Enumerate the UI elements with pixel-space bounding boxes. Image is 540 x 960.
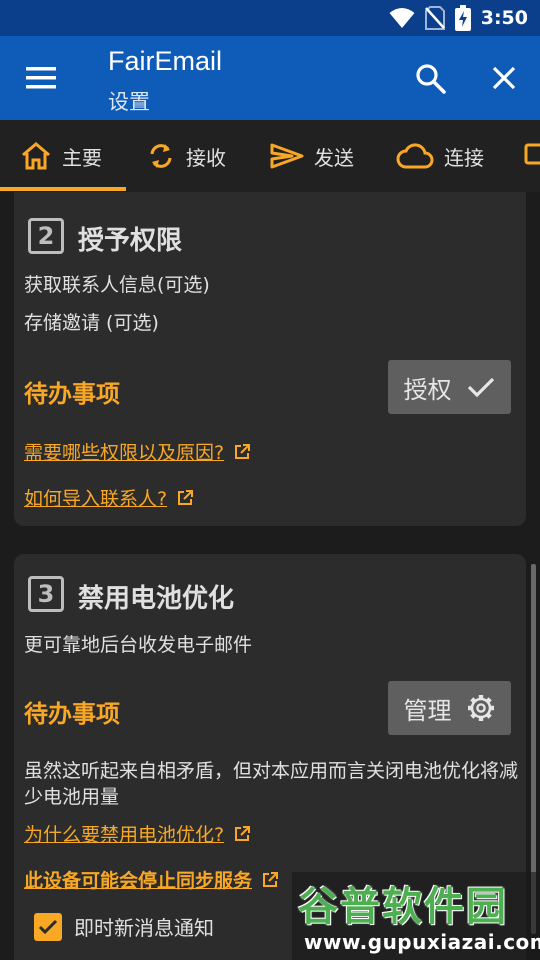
watermark-url: www.gupuxiazai.com [304, 930, 540, 954]
sync-icon [150, 144, 172, 168]
desc-battery: 更可靠地后台收发电子邮件 [24, 634, 253, 656]
link-why-disable-battery[interactable]: 为什么要禁用电池优化? [24, 820, 251, 847]
gear-icon [467, 695, 494, 721]
check-icon [467, 377, 494, 398]
tab-receive[interactable]: 接收 [146, 120, 226, 192]
menu-icon[interactable] [22, 60, 62, 96]
tab-send[interactable]: 发送 [270, 120, 354, 192]
link-which-permissions[interactable]: 需要哪些权限以及原因? [24, 438, 251, 465]
status-bar: 3:50 [0, 0, 540, 36]
link-import-contacts-label: 如何导入联系人? [24, 488, 168, 510]
tab-receive-label: 接收 [186, 145, 226, 170]
watermark-logo: 谷普软件园 [298, 884, 508, 930]
card-title-battery: 禁用电池优化 [78, 584, 235, 614]
external-link-icon [235, 443, 251, 459]
link-device-may-stop-sync[interactable]: 此设备可能会停止同步服务 [24, 866, 279, 893]
checkmark-icon [38, 919, 58, 934]
desc-contacts: 获取联系人信息(可选) [24, 274, 210, 296]
link-which-permissions-label: 需要哪些权限以及原因? [24, 442, 225, 464]
tab-send-label: 发送 [314, 145, 354, 170]
home-icon [22, 142, 50, 170]
no-sim-icon [424, 6, 445, 30]
instant-notification-label: 即时新消息通知 [74, 916, 214, 940]
tab-next-partial[interactable] [524, 120, 540, 192]
display-icon [524, 143, 540, 165]
tab-bar: 主要 接收 发送 连接 [0, 120, 540, 192]
app-bar: FairEmail 设置 [0, 36, 540, 120]
tab-indicator [0, 187, 126, 191]
step-2-icon: 2 [28, 218, 64, 254]
app-subtitle: 设置 [108, 90, 150, 114]
search-icon[interactable] [414, 62, 448, 96]
tab-connection-label: 连接 [444, 145, 484, 170]
link-device-may-stop-sync-label: 此设备可能会停止同步服务 [24, 870, 253, 892]
step-3-icon: 3 [28, 576, 64, 612]
close-icon[interactable] [488, 62, 520, 94]
card-grant-permissions: 2 授予权限 获取联系人信息(可选) 存储邀请 (可选) 待办事项 授权 需要哪… [14, 192, 526, 526]
link-import-contacts[interactable]: 如何导入联系人? [24, 484, 194, 511]
card-title-permissions: 授予权限 [78, 226, 183, 256]
app-title: FairEmail [108, 46, 223, 76]
manage-button[interactable]: 管理 [388, 681, 511, 735]
external-link-icon [235, 825, 251, 841]
cloud-icon [396, 143, 434, 169]
grant-button[interactable]: 授权 [388, 360, 511, 414]
instant-notification-row[interactable]: 即时新消息通知 [34, 912, 214, 941]
status-time: 3:50 [480, 7, 528, 29]
external-link-icon [263, 871, 279, 887]
tab-main[interactable]: 主要 [20, 120, 102, 192]
manage-button-label: 管理 [403, 696, 452, 725]
tab-main-label: 主要 [62, 145, 102, 170]
link-why-disable-battery-label: 为什么要禁用电池优化? [24, 824, 225, 846]
battery-note: 虽然这听起来自相矛盾，但对本应用而言关闭电池优化将减少电池用量 [24, 760, 519, 808]
todo-label-battery: 待办事项 [24, 700, 120, 728]
settings-content[interactable]: 2 授予权限 获取联系人信息(可选) 存储邀请 (可选) 待办事项 授权 需要哪… [0, 192, 540, 960]
watermark: 谷普软件园 www.gupuxiazai.com [292, 872, 540, 960]
wifi-icon [389, 8, 415, 28]
grant-button-label: 授权 [403, 375, 452, 404]
instant-notification-checkbox[interactable] [34, 912, 62, 941]
battery-charging-icon [454, 5, 471, 31]
tab-connection[interactable]: 连接 [396, 120, 484, 192]
external-link-icon [178, 489, 194, 505]
desc-storage: 存储邀请 (可选) [24, 312, 159, 334]
send-icon [270, 143, 304, 169]
todo-label-permissions: 待办事项 [24, 380, 120, 408]
